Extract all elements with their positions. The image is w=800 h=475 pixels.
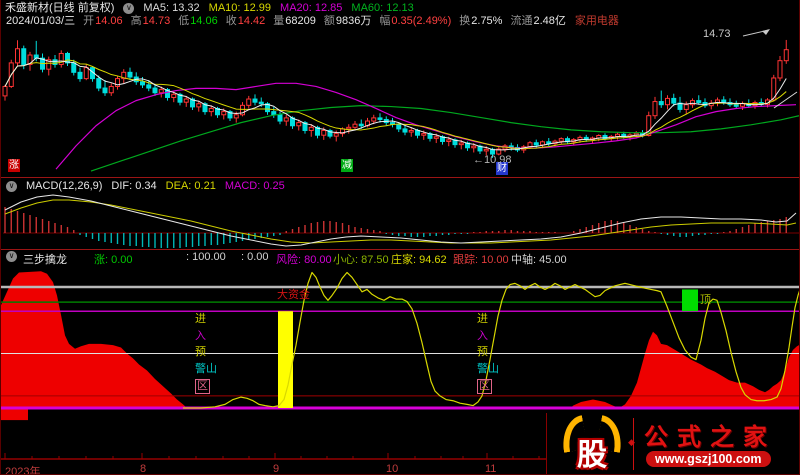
top-signal-label: 顶 bbox=[700, 294, 711, 306]
quote-volume: 量 68209 bbox=[273, 15, 316, 27]
quote-turnover: 换 2.75% bbox=[459, 15, 503, 27]
stock-title: 禾盛新材(日线 前复权) bbox=[5, 2, 115, 14]
quote-close: 收 14.42 bbox=[225, 15, 266, 27]
axis-label-sep: 9 bbox=[273, 463, 280, 475]
panel-separator bbox=[1, 177, 799, 178]
watermark-brand: 公式之家 bbox=[644, 424, 776, 451]
dragon-line0-value: : 0.00 bbox=[241, 251, 269, 263]
bull-logo-icon: 股 bbox=[558, 415, 626, 472]
low-price-label: ←10.98 bbox=[473, 154, 512, 166]
quote-low: 低 14.06 bbox=[178, 15, 218, 27]
axis-label-oct: 10 bbox=[386, 463, 399, 475]
panel-separator-2 bbox=[1, 249, 799, 250]
dragon-header: ∨ 三步擒龙 涨: 0.00 : 100.00 : 0.00 风险: 80.00… bbox=[1, 251, 799, 266]
quote-date: 2024/01/03/三 bbox=[6, 15, 76, 27]
ma10-value: MA10: 12.99 bbox=[208, 2, 272, 14]
quote-range: 幅 0.35(2.49%) bbox=[379, 15, 452, 27]
collapse-main-icon[interactable]: ∨ bbox=[123, 2, 135, 14]
gszj-watermark: 股 ◆ 公式之家 www.gszj100.com bbox=[546, 413, 799, 474]
ma60-value: MA60: 12.13 bbox=[351, 2, 414, 14]
stock-logo-char: 股 bbox=[577, 439, 607, 472]
collapse-dragon-icon[interactable]: ∨ bbox=[6, 251, 17, 262]
axis-label-year: 2023年 bbox=[5, 466, 41, 475]
axis-label-aug: 8 bbox=[140, 463, 147, 475]
ma20-value: MA20: 12.85 bbox=[280, 2, 343, 14]
quote-high: 高 14.73 bbox=[130, 15, 171, 27]
axis-label-nov: 11 bbox=[485, 463, 497, 475]
dragon-line100-value: : 100.00 bbox=[186, 251, 226, 263]
quote-float: 流通 2.48亿 bbox=[510, 15, 566, 27]
diamond-icon: ◆ bbox=[628, 437, 635, 447]
quote-bar: 2024/01/03/三 开 14.06 高 14.73 低 14.06 收 14.42… bbox=[5, 15, 619, 27]
title-bar: 禾盛新材(日线 前复权) ∨ MA5: 13.32 MA10: 12.99 MA… bbox=[5, 2, 414, 14]
ma5-value: MA5: 13.32 bbox=[143, 2, 200, 14]
quote-amount: 额 9836万 bbox=[323, 15, 372, 27]
candlestick-chart[interactable] bbox=[1, 28, 800, 177]
watermark-url: www.gszj100.com bbox=[646, 451, 771, 467]
quote-open: 开 14.06 bbox=[83, 15, 123, 27]
quote-sector[interactable]: 家用电器 bbox=[574, 15, 619, 27]
stock-chart-app: 禾盛新材(日线 前复权) ∨ MA5: 13.32 MA10: 12.99 MA… bbox=[0, 0, 800, 475]
big-money-label: 大资金 bbox=[277, 289, 310, 301]
macd-chart[interactable] bbox=[1, 179, 800, 249]
high-price-label: 14.73 bbox=[703, 28, 731, 40]
